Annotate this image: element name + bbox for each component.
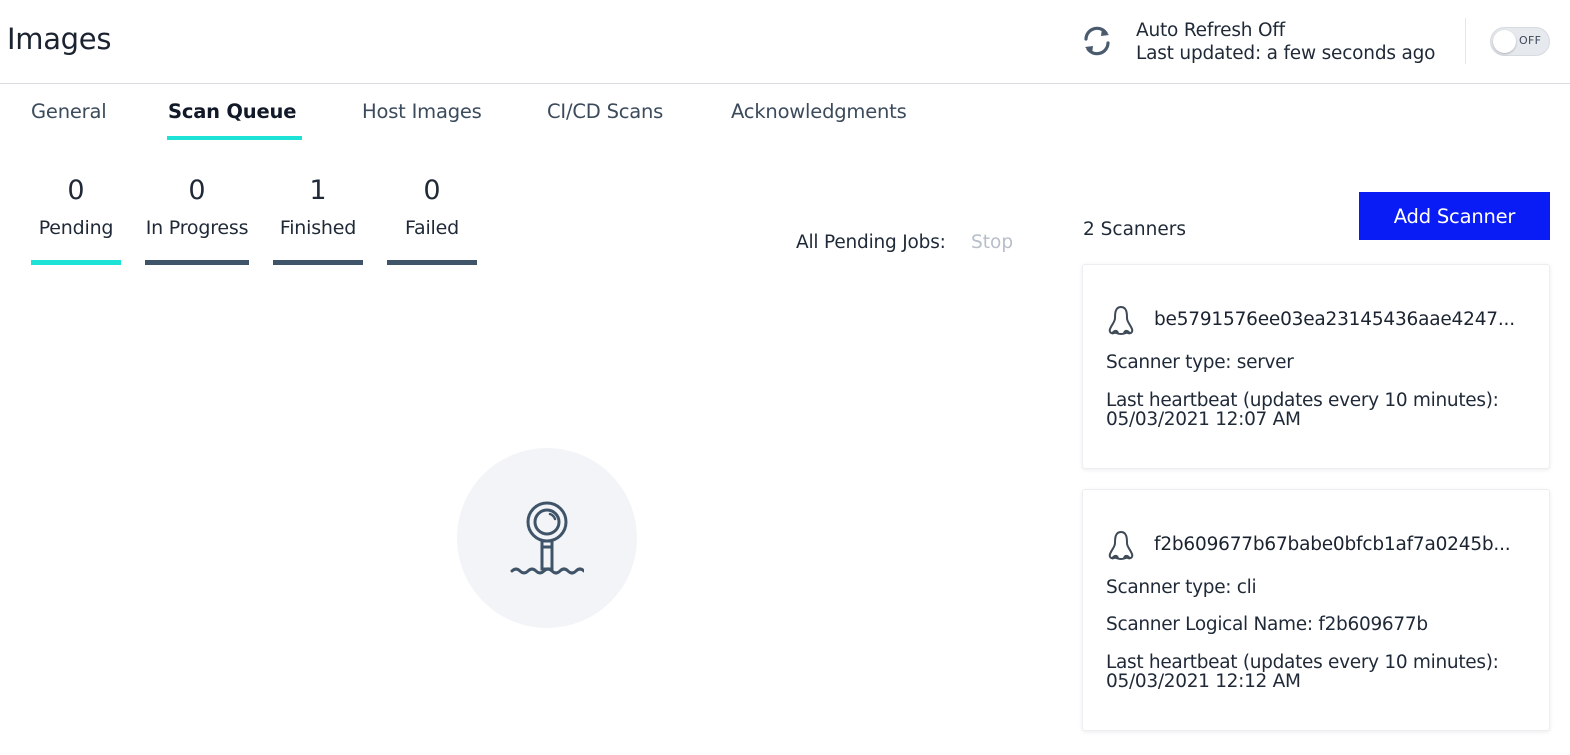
stat-label: Failed (405, 217, 459, 239)
stat-bar-pending (31, 260, 121, 265)
heartbeat-label: Last heartbeat (updates every 10 minutes… (1106, 390, 1499, 411)
scanner-logical-name: Scanner Logical Name: f2b609677b (1106, 614, 1428, 635)
stat-label: In Progress (145, 217, 249, 239)
heartbeat-time: 05/03/2021 12:12 AM (1106, 671, 1301, 692)
stat-pending[interactable]: 0 Pending (31, 174, 121, 239)
pending-jobs-label: All Pending Jobs: (796, 232, 946, 253)
toggle-knob (1493, 30, 1516, 53)
linux-icon (1108, 305, 1134, 336)
tab-acknowledgments[interactable]: Acknowledgments (731, 100, 907, 123)
scanner-type: Scanner type: cli (1106, 577, 1257, 598)
scanner-id: f2b609677b67babe0bfcb1af7a0245b... (1154, 534, 1511, 555)
auto-refresh-label: Auto Refresh Off (1136, 20, 1285, 41)
heartbeat-time: 05/03/2021 12:07 AM (1106, 409, 1301, 430)
page-header: Images Auto Refresh Off Last updated: a … (0, 0, 1570, 84)
scanner-id: be5791576ee03ea23145436aae4247... (1154, 309, 1515, 330)
stat-in-progress[interactable]: 0 In Progress (145, 174, 249, 239)
stat-bar-failed (387, 260, 477, 265)
stat-value: 0 (423, 175, 441, 206)
active-tab-indicator (167, 136, 302, 140)
refresh-icon[interactable] (1080, 24, 1114, 58)
pending-jobs-prefix: All (796, 232, 819, 253)
stop-button[interactable]: Stop (971, 232, 1013, 253)
scanner-count: 2 Scanners (1083, 219, 1186, 240)
stat-value: 0 (67, 175, 85, 206)
scanner-card[interactable]: be5791576ee03ea23145436aae4247... Scanne… (1082, 264, 1550, 469)
stat-bar-finished (273, 260, 363, 265)
scanner-type: Scanner type: server (1106, 352, 1294, 373)
auto-refresh-status: Auto Refresh Off Last updated: a few sec… (1136, 19, 1435, 65)
stat-value: 1 (309, 175, 327, 206)
stat-label: Pending (38, 217, 114, 239)
stat-value: 0 (188, 175, 206, 206)
header-divider (1465, 18, 1466, 64)
add-scanner-button[interactable]: Add Scanner (1359, 192, 1550, 240)
linux-icon (1108, 530, 1134, 561)
pending-jobs-highlight: Pending (824, 232, 897, 253)
toggle-state-label: OFF (1519, 34, 1542, 47)
tab-scan-queue[interactable]: Scan Queue (168, 100, 296, 123)
heartbeat-label: Last heartbeat (updates every 10 minutes… (1106, 652, 1499, 673)
tab-ci-cd-scans[interactable]: CI/CD Scans (547, 100, 663, 123)
periscope-icon (510, 501, 584, 575)
stat-bar-in-progress (145, 260, 249, 265)
page-title: Images (7, 22, 112, 56)
stat-finished[interactable]: 1 Finished (273, 174, 363, 239)
auto-refresh-toggle[interactable]: OFF (1490, 27, 1550, 56)
scanner-card[interactable]: f2b609677b67babe0bfcb1af7a0245b... Scann… (1082, 489, 1550, 731)
tab-host-images[interactable]: Host Images (362, 100, 482, 123)
stat-failed[interactable]: 0 Failed (387, 174, 477, 239)
stat-label: Finished (279, 217, 357, 239)
pending-jobs-suffix: Jobs: (902, 232, 946, 253)
tab-general[interactable]: General (31, 100, 107, 123)
last-updated-text: Last updated: a few seconds ago (1136, 43, 1436, 64)
